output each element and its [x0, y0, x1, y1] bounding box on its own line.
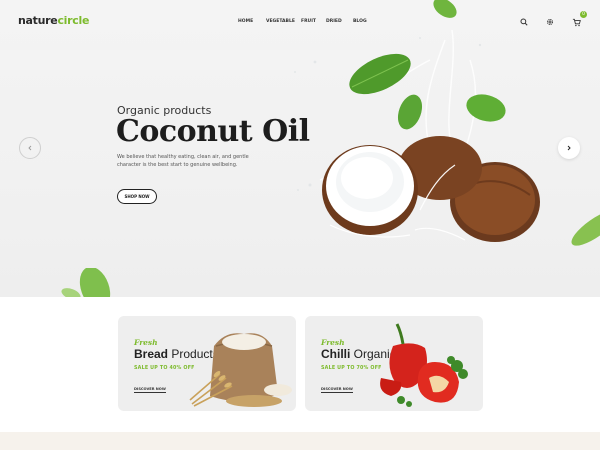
site-logo[interactable]: naturecircle — [18, 14, 89, 27]
footer-strip — [0, 432, 600, 450]
logo-accent-text: circle — [57, 14, 90, 27]
discover-now-link[interactable]: DISCOVER NOW — [134, 387, 166, 393]
leaf-decoration-icon — [61, 268, 111, 297]
banner-bread[interactable]: Fresh Bread Products SALE UP TO 40% OFF … — [118, 316, 296, 411]
slide-title: Coconut Oil — [116, 114, 310, 149]
nav-item-home[interactable]: HOME — [238, 19, 266, 24]
chevron-left-icon — [28, 145, 32, 151]
flour-sack-image — [189, 333, 292, 407]
banner-chilli[interactable]: Fresh Chilli Organic SALE UP TO 70% OFF … — [305, 316, 483, 411]
chevron-right-icon — [567, 145, 571, 151]
slide-description: We believe that healthy eating, clean ai… — [117, 154, 249, 168]
logo-text: nature — [18, 14, 58, 27]
slider-prev-button[interactable] — [19, 137, 41, 159]
hero-slider: naturecircle HOME VEGETABLE FRUIT DRIED … — [0, 0, 600, 297]
banner-eyebrow: Fresh — [134, 338, 158, 347]
coconut-splash-image — [294, 0, 600, 246]
shop-now-button[interactable]: SHOP NOW — [117, 189, 157, 204]
banner-title-bold: Bread — [134, 347, 169, 361]
banner-title-bold: Chilli — [321, 347, 351, 361]
slider-next-button[interactable] — [558, 137, 580, 159]
red-pepper-image — [380, 323, 468, 407]
banner-eyebrow: Fresh — [321, 338, 345, 347]
discover-now-link[interactable]: DISCOVER NOW — [321, 387, 353, 393]
